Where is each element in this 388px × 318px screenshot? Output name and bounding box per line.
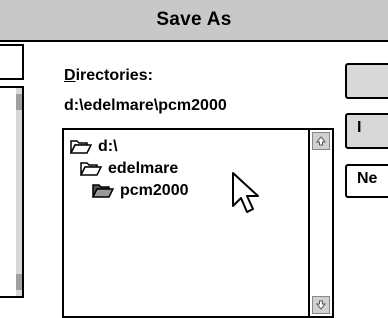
directories-label-text: irectories: bbox=[75, 67, 153, 84]
directory-item-edelmare[interactable]: edelmare bbox=[70, 158, 189, 180]
directory-item-label: pcm2000 bbox=[120, 182, 189, 199]
title-bar[interactable]: Save As bbox=[0, 0, 388, 42]
scroll-down-button[interactable] bbox=[312, 296, 330, 314]
arrow-up-icon bbox=[315, 136, 327, 146]
directory-item-pcm2000[interactable]: pcm2000 bbox=[70, 180, 189, 202]
button-label: Ne bbox=[357, 170, 378, 187]
button-label: I bbox=[357, 119, 362, 136]
current-directory-path: d:\edelmare\pcm2000 bbox=[64, 97, 227, 114]
open-folder-selected-icon bbox=[92, 184, 114, 198]
scroll-up-button[interactable] bbox=[312, 132, 330, 150]
directory-item-label: d:\ bbox=[98, 138, 118, 155]
ok-button-fragment[interactable] bbox=[345, 63, 388, 99]
directories-label-mnemonic: D bbox=[64, 67, 76, 84]
directory-list-scrollbar[interactable] bbox=[308, 130, 332, 316]
file-list-fragment[interactable] bbox=[0, 86, 24, 298]
open-folder-icon bbox=[80, 162, 102, 176]
network-button-fragment[interactable]: Ne bbox=[345, 164, 388, 198]
file-list-scroll-down-button[interactable] bbox=[16, 274, 22, 290]
arrow-down-icon bbox=[315, 300, 327, 310]
file-list-scroll-up-button[interactable] bbox=[16, 94, 22, 110]
filename-input-fragment[interactable] bbox=[0, 44, 24, 80]
directory-item-label: edelmare bbox=[108, 160, 179, 177]
directory-list[interactable]: d:\ edelmare pcm2000 bbox=[62, 128, 334, 318]
directory-item-root[interactable]: d:\ bbox=[70, 136, 189, 158]
mouse-pointer-icon bbox=[232, 172, 259, 213]
window-title: Save As bbox=[156, 9, 232, 30]
file-list-scrollbar[interactable] bbox=[16, 88, 22, 296]
directories-label: Directories: bbox=[64, 67, 153, 85]
cancel-button-fragment[interactable]: I bbox=[345, 113, 388, 149]
open-folder-icon bbox=[70, 140, 92, 154]
